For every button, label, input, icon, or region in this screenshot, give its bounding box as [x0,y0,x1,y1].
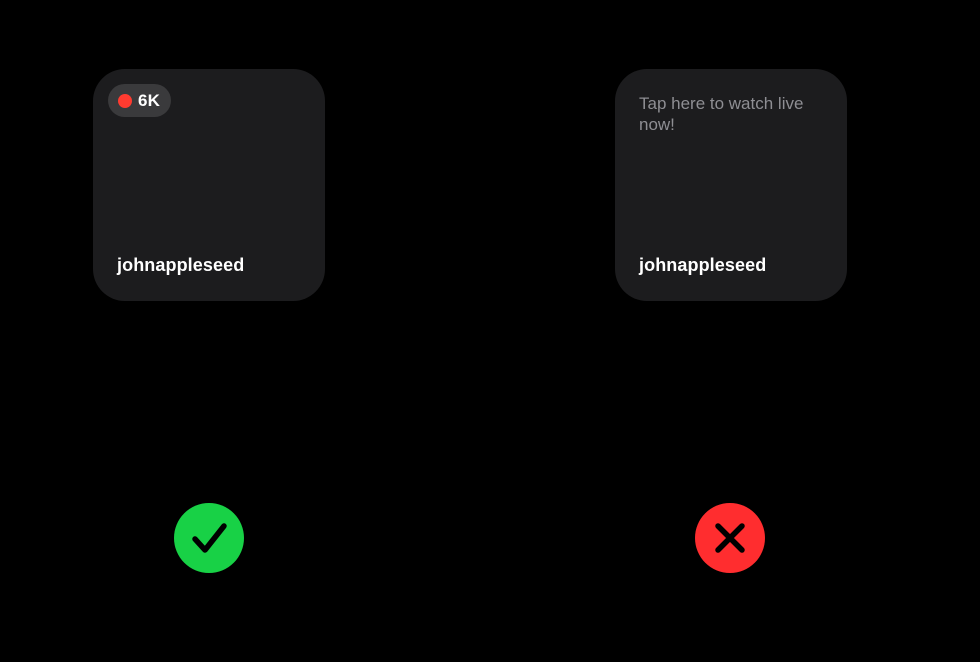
live-dot-icon [118,93,132,108]
viewer-count: 6K [138,90,161,110]
checkmark-icon [174,503,244,573]
live-tile-good[interactable]: 6K johnappleseed [93,69,325,301]
live-tile-bad[interactable]: Tap here to watch live now! johnapplesee… [615,69,847,301]
xmark-icon [695,503,765,573]
watch-prompt-text: Tap here to watch live now! [639,94,804,134]
username-label: johnappleseed [639,255,767,275]
username-label: johnappleseed [117,255,245,275]
live-viewer-badge: 6K [108,84,172,117]
